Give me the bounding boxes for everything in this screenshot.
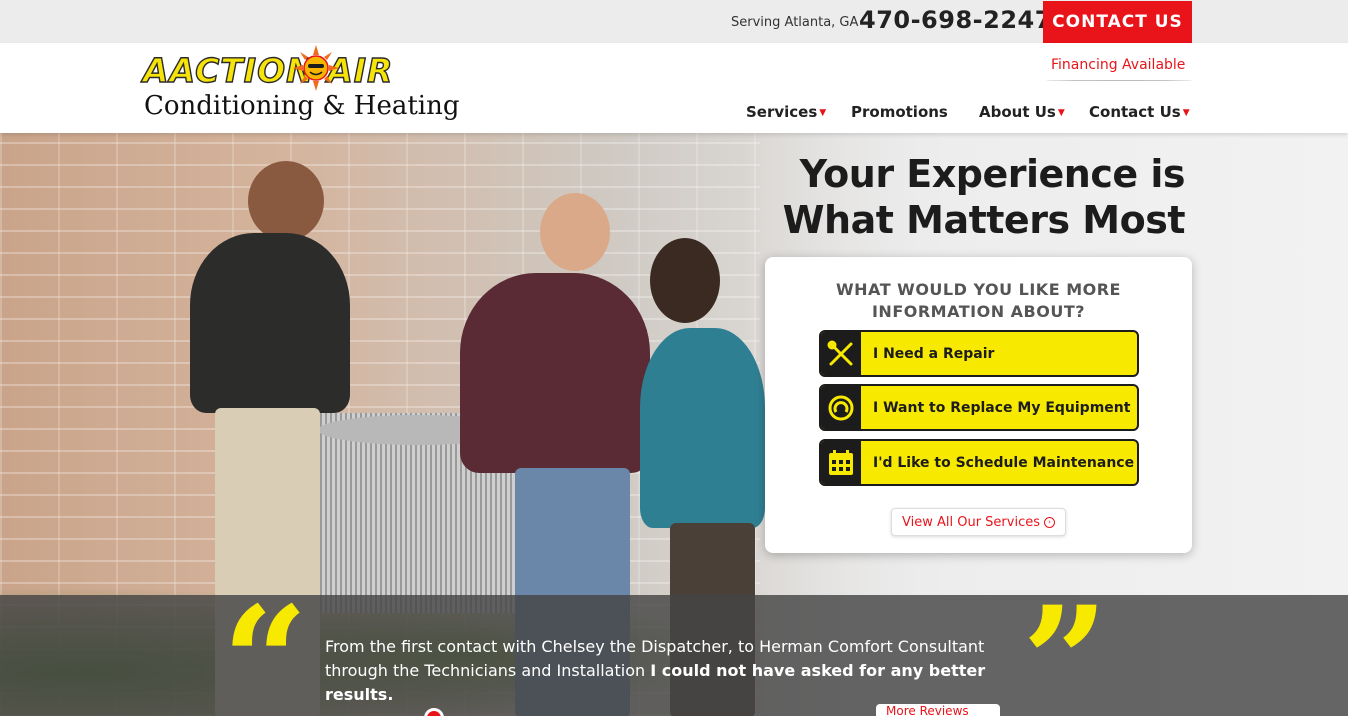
chevron-down-icon: ▼ [819, 108, 827, 118]
nav-services[interactable]: Services ▼ [746, 103, 826, 121]
card-title-line-2: INFORMATION ABOUT? [871, 302, 1086, 321]
headline-line-2: What Matters Most [782, 198, 1186, 242]
sun-mascot-icon [293, 45, 339, 91]
view-all-label: View All Our Services [902, 514, 1040, 530]
view-all-services-button[interactable]: View All Our Services › [891, 508, 1066, 536]
nav-about-us[interactable]: About Us ▼ [979, 103, 1065, 121]
close-quote-icon: ” [1022, 574, 1109, 716]
chevron-down-icon: ▼ [1057, 108, 1065, 118]
wrench-screwdriver-icon [821, 332, 861, 375]
card-title: WHAT WOULD YOU LIKE MORE INFORMATION ABO… [765, 279, 1192, 323]
homeowner-woman-head [650, 238, 720, 323]
testimonial-band: “ ” From the first contact with Chelsey … [0, 587, 1348, 716]
arrow-circle-icon: › [1044, 516, 1055, 528]
site-header: AACTION AIR Conditioning & Heating Finan… [0, 43, 1348, 133]
headline-line-1: Your Experience is [799, 152, 1186, 196]
homeowner-woman-shirt [640, 328, 765, 528]
logo-wordmark-top: AACTION AIR [142, 50, 394, 90]
top-utility-bar: Serving Atlanta, GA 470-698-2247 CONTACT… [0, 0, 1348, 43]
nav-about-label: About Us [979, 103, 1056, 121]
need-repair-button[interactable]: I Need a Repair [819, 330, 1139, 377]
need-repair-label: I Need a Repair [873, 345, 995, 362]
chevron-down-icon: ▼ [1182, 108, 1190, 118]
testimonial-quote: From the first contact with Chelsey the … [325, 635, 1015, 707]
more-reviews-button[interactable]: More Reviews [876, 704, 1000, 716]
logo-wordmark-bottom: Conditioning & Heating [144, 91, 460, 121]
nav-services-label: Services [746, 103, 818, 121]
nav-contact-label: Contact Us [1089, 103, 1181, 121]
schedule-maintenance-label: I'd Like to Schedule Maintenance [873, 454, 1135, 471]
technician-figure [248, 161, 324, 241]
phone-number-link[interactable]: 470-698-2247 [859, 6, 1052, 34]
homeowner-man-head [540, 193, 610, 271]
replace-cycle-icon [821, 386, 861, 429]
card-title-line-1: WHAT WOULD YOU LIKE MORE [836, 280, 1121, 299]
homeowner-man-sweater [460, 273, 650, 473]
replace-equipment-button[interactable]: I Want to Replace My Equipment [819, 384, 1139, 431]
schedule-maintenance-button[interactable]: I'd Like to Schedule Maintenance [819, 439, 1139, 486]
financing-link[interactable]: Financing Available [1051, 57, 1185, 73]
service-selector-card: WHAT WOULD YOU LIKE MORE INFORMATION ABO… [765, 257, 1192, 553]
nav-promotions[interactable]: Promotions [851, 103, 948, 121]
nav-contact-us[interactable]: Contact Us ▼ [1089, 103, 1190, 121]
nav-promotions-label: Promotions [851, 103, 948, 121]
financing-underline [1046, 79, 1192, 81]
calendar-icon [821, 441, 861, 484]
company-logo[interactable]: AACTION AIR Conditioning & Heating [142, 45, 483, 129]
open-quote-icon: “ [222, 574, 309, 716]
contact-us-button[interactable]: CONTACT US [1043, 1, 1192, 43]
reviewer-avatar [424, 708, 444, 716]
hero-headline: Your Experience is What Matters Most [760, 151, 1186, 243]
service-area-text: Serving Atlanta, GA [731, 15, 859, 30]
replace-equipment-label: I Want to Replace My Equipment [873, 399, 1131, 416]
technician-shirt [190, 233, 350, 413]
